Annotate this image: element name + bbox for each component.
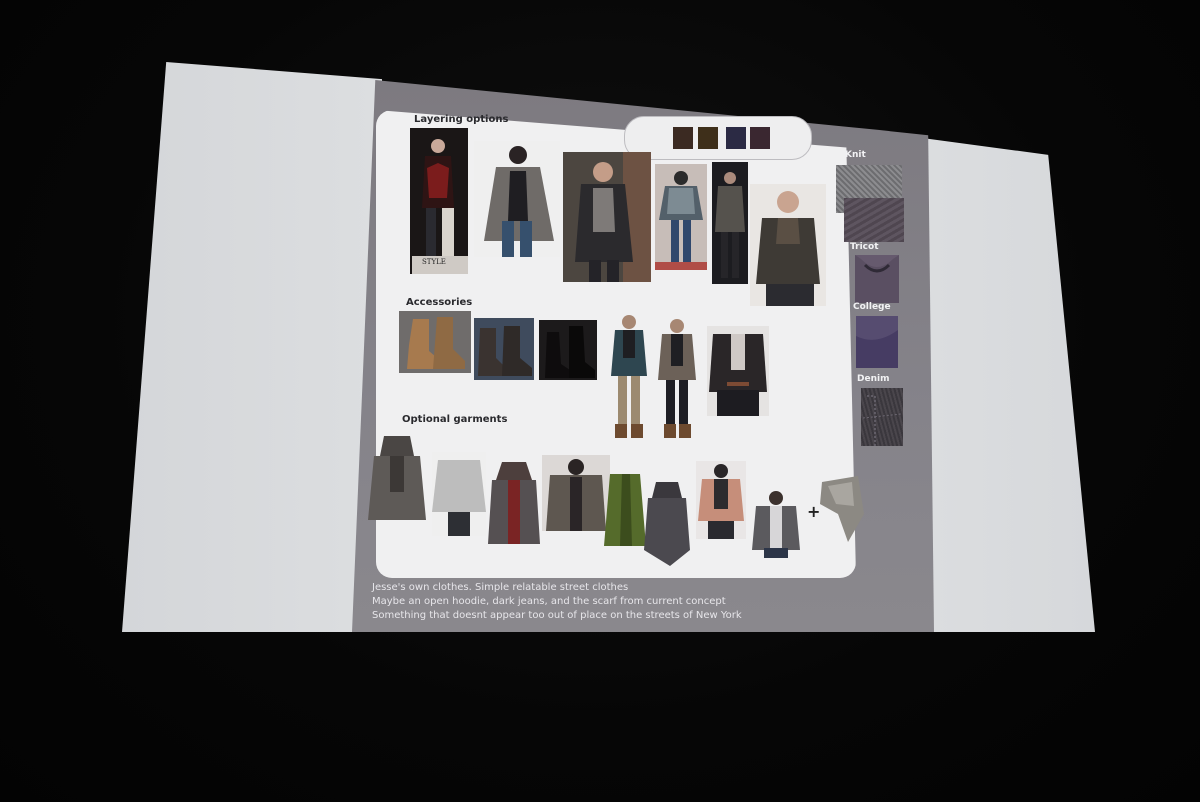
swatch-plum — [750, 127, 770, 149]
garment-green-vest — [602, 470, 648, 550]
fabric-label-tricot: Tricot — [850, 242, 879, 252]
fabric-label-college: College — [853, 302, 891, 312]
garment-grey-hoodie — [644, 480, 690, 566]
style-tag-text: STYLE — [422, 258, 446, 266]
swatch-brown — [673, 127, 693, 149]
garment-quilted-jacket — [752, 490, 800, 558]
caption-line-1: Jesse's own clothes. Simple relatable st… — [372, 582, 629, 593]
garment-pink-jacket-photo — [696, 461, 746, 539]
fabric-denim-swatch — [861, 388, 903, 446]
fabric-label-knit: Knit — [845, 150, 866, 160]
garment-parka-photo — [542, 455, 610, 531]
garment-red-hoodie — [488, 460, 540, 546]
layering-photo-3 — [563, 152, 651, 282]
accessory-model-1 — [605, 312, 653, 440]
section-label-accessories: Accessories — [406, 297, 473, 308]
caption-line-2: Maybe an open hoodie, dark jeans, and th… — [372, 596, 726, 607]
swatch-navy — [726, 127, 746, 149]
section-label-optional: Optional garments — [402, 414, 508, 425]
fabric-tricot-swatch — [855, 255, 899, 303]
fabric-college-swatch — [856, 316, 898, 368]
section-label-layering: Layering options — [414, 114, 509, 125]
garment-hoodie-model — [366, 432, 428, 524]
screen-left-margin — [122, 62, 382, 632]
accessory-boots-3 — [539, 320, 597, 380]
accessory-jacket-photo — [707, 326, 769, 416]
layering-photo-2 — [474, 141, 560, 257]
projection-screen: Layering options Accessories Optional ga… — [0, 0, 1200, 802]
layering-photo-5 — [712, 162, 748, 284]
accessory-boots-1 — [399, 311, 471, 373]
caption-line-3: Something that doesnt appear too out of … — [372, 610, 742, 621]
accessory-boots-2 — [474, 318, 534, 380]
fabric-knit-swatch-2 — [844, 198, 904, 242]
layering-photo-4 — [655, 164, 707, 270]
layering-photo-6 — [750, 184, 826, 306]
garment-sweatshirt — [432, 452, 486, 536]
garment-scarf — [818, 474, 866, 544]
layering-photo-1: STYLE — [410, 128, 468, 274]
fabric-label-denim: Denim — [857, 374, 890, 384]
accessory-model-2 — [654, 316, 700, 440]
swatch-ochre — [698, 127, 718, 149]
color-swatch-bar — [624, 116, 812, 160]
